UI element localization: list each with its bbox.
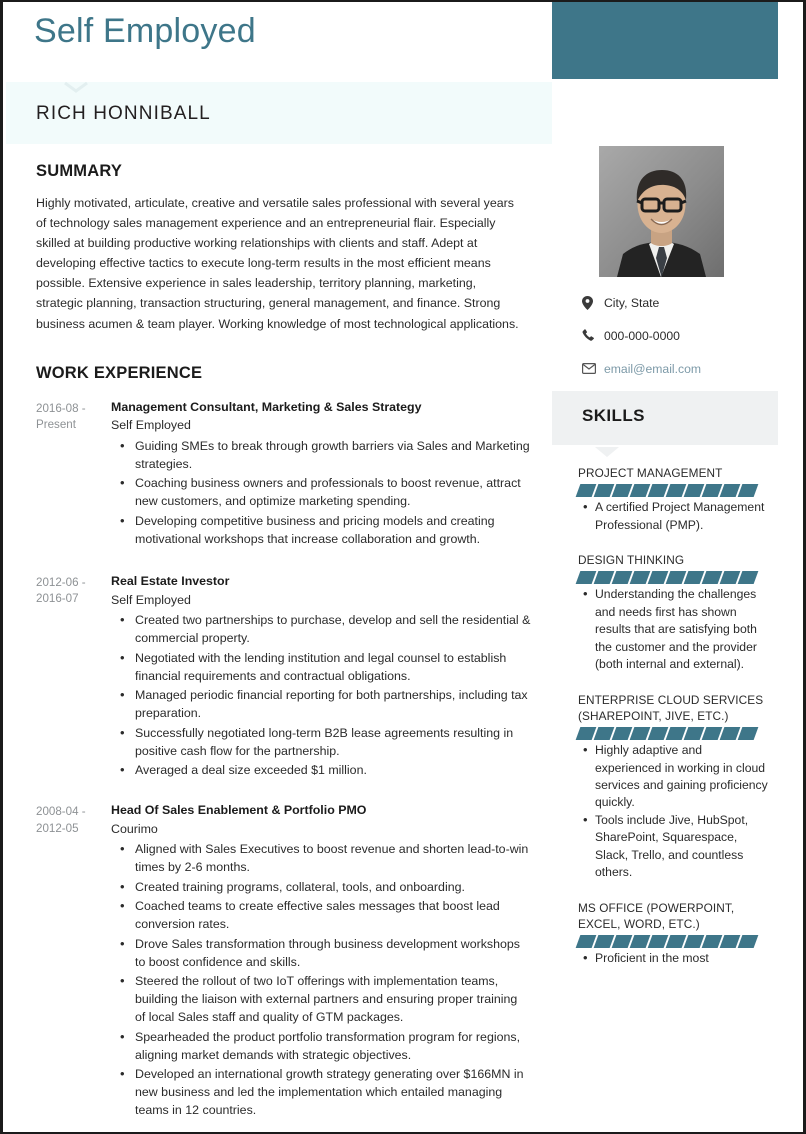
contact-info: City, State 000-000-0000 email@email.com (582, 286, 782, 385)
sidebar: City, State 000-000-0000 email@email.com (552, 2, 803, 1132)
job-role: Management Consultant, Marketing & Sales… (111, 399, 422, 414)
skill-name: ENTERPRISE CLOUD SERVICES (SHAREPOINT, J… (578, 692, 764, 723)
contact-location-value: City, State (604, 295, 660, 310)
skill-bullet-list: A certified Project Management Professio… (578, 498, 770, 534)
main-column: SUMMARY Highly motivated, articulate, cr… (6, 162, 552, 1122)
skill-level-bar (575, 571, 770, 585)
job-bullet: Successfully negotiated long-term B2B le… (120, 724, 531, 761)
job-dates: 2012-06 - 2016-07 (36, 575, 86, 606)
job-bullet: Steered the rollout of two IoT offerings… (120, 972, 531, 1027)
envelope-icon (582, 363, 604, 374)
job-bullet: Created two partnerships to purchase, de… (120, 611, 531, 648)
skill-segment (737, 727, 759, 741)
job-bullet-list: Created two partnerships to purchase, de… (111, 611, 531, 780)
skills-heading: SKILLS (582, 406, 645, 425)
skill-item: ENTERPRISE CLOUD SERVICES (SHAREPOINT, J… (575, 692, 770, 882)
chevron-down-icon (64, 82, 88, 93)
avatar (599, 146, 724, 277)
contact-email-value[interactable]: email@email.com (604, 362, 701, 376)
work-experience-heading: WORK EXPERIENCE (36, 363, 203, 382)
skill-bullet-list: Understanding the challenges and needs f… (578, 585, 770, 673)
skill-level-bar (575, 935, 770, 949)
skill-name: MS OFFICE (POWERPOINT, EXCEL, WORD, ETC.… (578, 900, 735, 931)
chevron-down-icon (595, 445, 619, 457)
job-dates: 2016-08 - Present (36, 401, 86, 432)
job-role: Head Of Sales Enablement & Portfolio PMO (111, 803, 367, 818)
job-bullet: Created training programs, collateral, t… (120, 878, 531, 897)
contact-location: City, State (582, 286, 782, 319)
skill-segment (737, 571, 759, 585)
skill-level-bar (575, 484, 770, 498)
job-bullet: Aligned with Sales Executives to boost r… (120, 840, 531, 877)
skill-bullet: Highly adaptive and experienced in worki… (583, 741, 770, 812)
page-title: RICH HONNIBALL (36, 103, 211, 124)
job-employer: Self Employed (111, 592, 191, 607)
job-bullet: Developing competitive business and pric… (120, 512, 531, 549)
job-employer: Self Employed (111, 418, 191, 433)
job-bullet: Negotiated with the lending institution … (120, 649, 531, 686)
job-bullet-list: Aligned with Sales Executives to boost r… (111, 840, 531, 1120)
resume-header: Self Employed RICH HONNIBALL (6, 4, 552, 144)
skill-segment (737, 484, 759, 498)
job-bullet: Developed an international growth strate… (120, 1065, 531, 1120)
phone-icon (582, 329, 604, 342)
job-bullet: Managed periodic financial reporting for… (120, 686, 531, 723)
contact-email[interactable]: email@email.com (582, 352, 782, 385)
skill-segment (737, 935, 759, 949)
skill-item: MS OFFICE (POWERPOINT, EXCEL, WORD, ETC.… (575, 900, 770, 968)
skills-list: PROJECT MANAGEMENT A certified Project M… (575, 465, 770, 980)
skill-level-bar (575, 727, 770, 741)
job-bullet-list: Guiding SMEs to break through growth bar… (111, 437, 531, 549)
skill-bullet: Proficient in the most (583, 949, 770, 968)
resume-page: Self Employed RICH HONNIBALL SUMMARY Hig… (0, 0, 806, 1134)
job-bullet: Coaching business owners and professiona… (120, 474, 531, 511)
skill-bullet-list: Proficient in the most (578, 949, 770, 968)
skill-bullet: Understanding the challenges and needs f… (583, 585, 770, 673)
skill-item: PROJECT MANAGEMENT A certified Project M… (575, 465, 770, 534)
job-bullet: Spearheaded the product portfolio transf… (120, 1028, 531, 1065)
skill-bullet: A certified Project Management Professio… (583, 498, 770, 534)
job-role: Real Estate Investor (111, 573, 230, 588)
job-bullet: Coached teams to create effective sales … (120, 897, 531, 934)
summary-heading: SUMMARY (36, 162, 123, 180)
skill-name: PROJECT MANAGEMENT (578, 466, 723, 480)
skill-item: DESIGN THINKING Understanding the challe… (575, 552, 770, 673)
skill-bullet-list: Highly adaptive and experienced in worki… (578, 741, 770, 882)
headline: Self Employed (34, 12, 256, 50)
contact-phone-value: 000-000-0000 (604, 328, 680, 343)
work-experience-item: 2016-08 - Present Management Consultant,… (6, 399, 552, 549)
skill-name: DESIGN THINKING (578, 553, 685, 568)
job-bullet: Drove Sales transformation through busin… (120, 935, 531, 972)
work-experience-item: 2012-06 - 2016-07 Real Estate Investor S… (6, 573, 552, 780)
summary-text: Highly motivated, articulate, creative a… (36, 196, 519, 331)
job-bullet: Guiding SMEs to break through growth bar… (120, 437, 531, 474)
skill-bullet: Tools include Jive, HubSpot, SharePoint,… (583, 811, 770, 882)
job-dates: 2008-04 - 2012-05 (36, 805, 86, 835)
work-experience-item: 2008-04 - 2012-05 Head Of Sales Enableme… (6, 802, 552, 1120)
job-employer: Courimo (111, 821, 158, 836)
location-pin-icon (582, 295, 604, 310)
job-bullet: Averaged a deal size exceeded $1 million… (120, 761, 531, 780)
contact-phone: 000-000-0000 (582, 319, 782, 352)
